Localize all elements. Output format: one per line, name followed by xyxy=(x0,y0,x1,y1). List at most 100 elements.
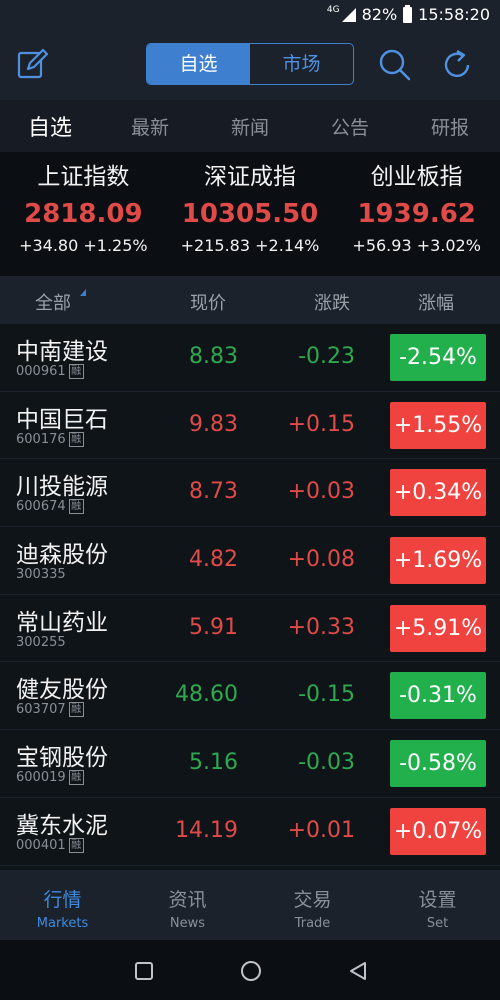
stock-code-wrap: 600674 融 xyxy=(16,499,84,515)
nav-sublabel: Set xyxy=(426,916,449,931)
stock-percent-badge[interactable]: +0.07% xyxy=(390,807,486,855)
back-triangle-icon[interactable] xyxy=(348,961,368,981)
stock-name: 川投能源 xyxy=(16,474,108,501)
stock-row[interactable]: 宝钢股份 600019 融 5.16 -0.03 -0.58% xyxy=(0,730,500,798)
bottom-nav: 行情 Markets 资讯 News 交易 Trade 设置 Set xyxy=(0,870,500,940)
stock-change: +0.03 xyxy=(287,479,355,505)
stock-change: -0.23 xyxy=(298,344,355,369)
edit-icon[interactable] xyxy=(16,48,48,80)
stock-name: 中国巨石 xyxy=(16,406,108,433)
index-panel: 上证指数 2818.09 +34.80 +1.25% 深证成指 10305.50… xyxy=(0,152,500,276)
index-change: +215.83 +2.14% xyxy=(180,236,320,255)
stock-change: -0.03 xyxy=(298,750,355,776)
margin-badge: 融 xyxy=(68,837,84,853)
stock-change: +0.33 xyxy=(287,614,355,640)
margin-badge: 融 xyxy=(68,364,84,379)
stock-percent-badge[interactable]: -0.31% xyxy=(390,672,486,720)
column-percent[interactable]: 涨幅 xyxy=(418,289,454,315)
stock-code: 600674 xyxy=(16,499,66,515)
nav-markets[interactable]: 行情 Markets xyxy=(0,870,125,940)
nav-news[interactable]: 资讯 News xyxy=(125,870,250,940)
nav-trade[interactable]: 交易 Trade xyxy=(250,870,375,940)
stock-price: 5.91 xyxy=(189,614,238,640)
stock-price: 14.19 xyxy=(175,817,238,843)
stock-change: +0.01 xyxy=(287,817,355,843)
stock-code-wrap: 000961 融 xyxy=(16,364,84,379)
stock-row[interactable]: 川投能源 600674 融 8.73 +0.03 +0.34% xyxy=(0,459,500,528)
search-icon[interactable] xyxy=(378,48,412,82)
index-shenzhen[interactable]: 深证成指 10305.50 +215.83 +2.14% xyxy=(167,152,334,276)
signal-icon xyxy=(341,7,356,22)
stock-percent-badge[interactable]: +5.91% xyxy=(390,604,486,652)
index-value: 10305.50 xyxy=(181,199,319,229)
stock-row[interactable]: 中南建设 000961 融 8.83 -0.23 -2.54% xyxy=(0,324,500,392)
stock-percent-badge[interactable]: -2.54% xyxy=(390,334,486,381)
stock-percent-badge[interactable]: +1.55% xyxy=(390,401,486,449)
column-all[interactable]: 全部 xyxy=(35,289,71,315)
stock-name: 中南建设 xyxy=(16,339,108,365)
nav-label: 交易 xyxy=(293,889,332,911)
tab-research[interactable]: 研报 xyxy=(400,113,500,140)
stock-name: 冀东水泥 xyxy=(16,812,108,839)
index-name: 深证成指 xyxy=(204,164,296,190)
clock: 15:58:20 xyxy=(418,5,490,24)
stock-price: 8.83 xyxy=(189,344,238,369)
tab-news[interactable]: 新闻 xyxy=(200,113,300,140)
stock-name: 健友股份 xyxy=(16,677,108,704)
stock-code-wrap: 300335 xyxy=(16,567,66,582)
tab-announcements[interactable]: 公告 xyxy=(300,113,400,140)
column-change[interactable]: 涨跌 xyxy=(314,289,350,315)
battery-icon xyxy=(403,4,413,23)
segment-market[interactable]: 市场 xyxy=(250,44,353,84)
stock-name: 常山药业 xyxy=(16,609,108,636)
index-chinext[interactable]: 创业板指 1939.62 +56.93 +3.02% xyxy=(333,152,500,276)
stock-change: +0.08 xyxy=(287,547,355,573)
stock-code: 600176 xyxy=(16,431,66,447)
refresh-icon[interactable] xyxy=(440,48,474,82)
stock-name: 迪森股份 xyxy=(16,542,108,569)
stock-row[interactable]: 中国巨石 600176 融 9.83 +0.15 +1.55% xyxy=(0,392,500,460)
nav-label: 行情 xyxy=(43,889,82,911)
index-value: 2818.09 xyxy=(24,199,143,229)
index-name: 上证指数 xyxy=(37,164,130,190)
stock-code: 300335 xyxy=(16,567,66,583)
top-bar: 自选 市场 xyxy=(0,32,500,100)
stock-price: 5.16 xyxy=(189,750,238,776)
index-change: +56.93 +3.02% xyxy=(352,236,481,255)
stock-code-wrap: 600176 融 xyxy=(16,431,84,447)
stock-code-wrap: 603707 融 xyxy=(16,702,84,718)
tab-watchlist[interactable]: 自选 xyxy=(0,110,100,142)
home-square-icon[interactable] xyxy=(135,962,153,980)
nav-label: 资讯 xyxy=(168,889,207,911)
nav-sublabel: News xyxy=(169,916,206,931)
status-bar: 4G 82% 15:58:20 xyxy=(0,0,500,32)
stock-price: 4.82 xyxy=(189,547,238,573)
margin-badge: 融 xyxy=(68,702,84,718)
stock-percent-badge[interactable]: +1.69% xyxy=(390,537,486,585)
nav-settings[interactable]: 设置 Set xyxy=(375,870,500,940)
home-circle-icon[interactable] xyxy=(241,961,261,981)
stock-code: 600019 xyxy=(16,770,66,786)
column-header: 全部 现价 涨跌 涨幅 xyxy=(0,276,500,324)
tab-latest[interactable]: 最新 xyxy=(100,113,200,140)
index-shanghai[interactable]: 上证指数 2818.09 +34.80 +1.25% xyxy=(0,152,167,276)
stock-row[interactable]: 迪森股份 300335 4.82 +0.08 +1.69% xyxy=(0,527,500,595)
stock-price: 8.73 xyxy=(189,479,238,505)
stock-row[interactable]: 冀东水泥 000401 融 14.19 +0.01 +0.07% xyxy=(0,798,500,866)
stock-code-wrap: 000401 融 xyxy=(16,837,84,853)
news-tabs: 自选 最新 新闻 公告 研报 xyxy=(0,100,500,152)
column-price[interactable]: 现价 xyxy=(190,289,226,315)
stock-row[interactable]: 常山药业 300255 5.91 +0.33 +5.91% xyxy=(0,595,500,663)
stock-code: 603707 xyxy=(16,702,66,718)
stock-percent-badge[interactable]: -0.58% xyxy=(390,740,486,788)
stock-price: 9.83 xyxy=(189,411,238,437)
stock-row[interactable]: 健友股份 603707 融 48.60 -0.15 -0.31% xyxy=(0,662,500,731)
stock-percent-badge[interactable]: +0.34% xyxy=(390,469,486,517)
sort-triangle-icon xyxy=(80,289,86,296)
stock-code: 000961 xyxy=(16,364,66,379)
nav-sublabel: Markets xyxy=(36,916,89,931)
stock-code-wrap: 300255 xyxy=(16,635,66,650)
stock-name: 宝钢股份 xyxy=(16,745,108,772)
segment-watchlist[interactable]: 自选 xyxy=(147,44,250,84)
network-type: 4G xyxy=(326,5,340,15)
